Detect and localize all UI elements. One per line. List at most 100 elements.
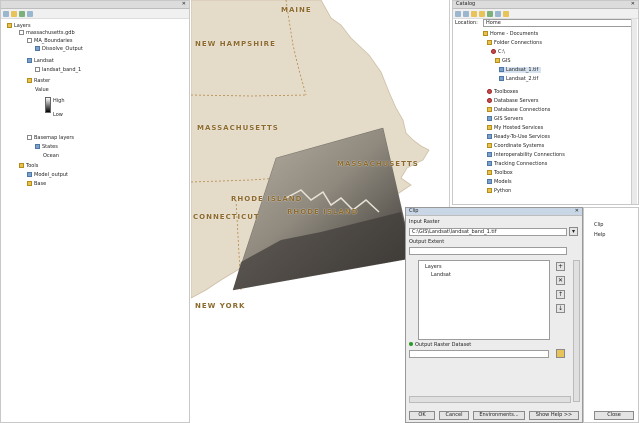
ok-button[interactable]: OK	[409, 411, 435, 420]
raster-file-icon	[499, 67, 504, 72]
catalog-item[interactable]: Folder Connections	[487, 40, 542, 46]
forward-icon[interactable]	[463, 10, 469, 17]
catalog-item[interactable]: Database Servers	[487, 98, 538, 104]
checkbox-icon[interactable]	[27, 135, 32, 140]
toc-row-tools[interactable]: Tools	[19, 163, 38, 169]
catalog-item[interactable]: Database Connections	[487, 107, 550, 113]
catalog-item[interactable]: Models	[487, 179, 512, 185]
toolbox-icon	[487, 89, 492, 94]
toc-row-layers[interactable]: Layers	[7, 23, 31, 29]
catalog-item[interactable]: Home - Documents	[483, 31, 538, 37]
catalog-panel: Catalog ✕ Location: Home Home - Document…	[452, 0, 639, 205]
remove-item-button[interactable]: ✕	[556, 276, 565, 285]
catalog-item[interactable]: Interoperability Connections	[487, 152, 565, 158]
browse-input-button[interactable]: ▾	[569, 227, 578, 236]
map-label-massachusetts-west: MASSACHUSETTS	[197, 124, 279, 132]
toc-row-model-output[interactable]: Model_output	[27, 172, 68, 178]
toc-row-landsat-band[interactable]: landsat_band_1	[35, 67, 81, 73]
output-extent-field[interactable]	[409, 247, 567, 255]
catalog-close-icon[interactable]: ✕	[631, 1, 635, 8]
connect-folder-icon[interactable]	[503, 10, 509, 17]
tool-dialog: Clip ✕ Input Raster C:\GIS\Landsat\lands…	[405, 207, 583, 423]
output-extent-label: Output Extent	[409, 239, 445, 245]
list-by-visibility-icon[interactable]	[19, 10, 25, 17]
browse-folder-icon[interactable]	[556, 349, 565, 358]
move-down-button[interactable]: ↓	[556, 304, 565, 313]
move-up-button[interactable]: ↑	[556, 290, 565, 299]
catalog-item[interactable]: Toolbox	[487, 170, 513, 176]
checkbox-icon[interactable]	[27, 38, 32, 43]
toc-toolbar	[1, 9, 189, 19]
toc-row-raster[interactable]: Raster	[27, 78, 50, 84]
table-of-contents-panel: ✕ Layers massachusetts.gdb MA_Boundaries…	[0, 0, 190, 423]
layer-list[interactable]: Layers Landsat	[418, 260, 550, 340]
catalog-item[interactable]: My Hosted Services	[487, 125, 543, 131]
catalog-toolbar	[453, 9, 638, 19]
cancel-button[interactable]: Cancel	[439, 411, 469, 420]
catalog-item[interactable]: Python	[487, 188, 511, 194]
environments-button[interactable]: Environments...	[473, 411, 525, 420]
map-label-new-hampshire: NEW HAMPSHIRE	[195, 40, 276, 48]
checkbox-icon[interactable]	[19, 30, 24, 35]
output-raster-field[interactable]	[409, 350, 549, 358]
map-label-rhode-island: RHODE ISLAND	[231, 195, 303, 203]
folder-connection-icon	[487, 40, 492, 45]
catalog-item[interactable]: Toolboxes	[487, 89, 518, 95]
toc-row-base[interactable]: Base	[27, 181, 46, 187]
toc-row-boundaries[interactable]: MA_Boundaries	[27, 38, 72, 44]
catalog-item[interactable]: C:\	[491, 49, 505, 55]
list-by-selection-icon[interactable]	[27, 10, 33, 17]
drive-icon	[491, 49, 496, 54]
add-item-button[interactable]: +	[556, 262, 565, 271]
toc-row-gdb[interactable]: massachusetts.gdb	[19, 30, 75, 36]
show-help-button[interactable]: Show Help >>	[529, 411, 579, 420]
up-folder-icon[interactable]	[471, 10, 477, 17]
input-raster-label: Input Raster	[409, 219, 440, 225]
catalog-location-label: Location:	[455, 20, 478, 26]
layer-icon	[35, 46, 40, 51]
back-icon[interactable]	[455, 10, 461, 17]
checkbox-icon[interactable]	[35, 67, 40, 72]
layer-icon	[35, 144, 40, 149]
toc-row-basemap[interactable]: Basemap layers	[27, 135, 74, 141]
catalog-scrollbar[interactable]	[631, 19, 637, 204]
interop-connections-icon	[487, 152, 492, 157]
models-icon	[487, 179, 492, 184]
catalog-item-selected[interactable]: Landsat_1.tif	[499, 67, 542, 73]
dialog-scrollbar[interactable]	[573, 260, 580, 402]
input-raster-field[interactable]: C:\GIS\Landsat\landsat_band_1.tif	[409, 228, 567, 236]
dialog-h-scrollbar[interactable]	[409, 396, 571, 403]
catalog-item[interactable]: Landsat_2.tif	[499, 76, 538, 82]
catalog-title: Catalog	[456, 1, 476, 7]
layer-list-item[interactable]: Layers	[421, 263, 549, 271]
toggle-contents-icon[interactable]	[495, 10, 501, 17]
dialog-close-icon[interactable]: ✕	[575, 208, 579, 215]
map-label-new-york: NEW YORK	[195, 302, 246, 310]
raster-file-icon	[499, 76, 504, 81]
toc-row-landsat[interactable]: Landsat	[27, 58, 54, 64]
gis-server-icon	[487, 116, 492, 121]
catalog-item[interactable]: Tracking Connections	[487, 161, 547, 167]
python-icon	[487, 188, 492, 193]
close-button[interactable]: Close	[594, 411, 634, 420]
home-folder-icon[interactable]	[479, 10, 485, 17]
help-panel-line: Help	[594, 232, 606, 238]
catalog-item[interactable]: Coordinate Systems	[487, 143, 544, 149]
toc-row-dissolve[interactable]: Dissolve_Output	[35, 46, 83, 52]
map-label-massachusetts-east: MASSACHUSETTS	[337, 160, 419, 168]
layers-icon	[7, 23, 12, 28]
list-by-drawing-order-icon[interactable]	[3, 10, 9, 17]
raster-icon	[27, 78, 32, 83]
toc-close-icon[interactable]: ✕	[182, 1, 186, 8]
catalog-item[interactable]: GIS Servers	[487, 116, 523, 122]
catalog-item[interactable]: Ready-To-Use Services	[487, 134, 550, 140]
dialog-titlebar: Clip ✕	[406, 208, 582, 216]
toc-row-ocean[interactable]: Ocean	[43, 153, 59, 159]
ready-services-icon	[487, 134, 492, 139]
catalog-location-input[interactable]: Home	[483, 19, 633, 27]
toc-row-states[interactable]: States	[35, 144, 58, 150]
refresh-icon[interactable]	[487, 10, 493, 17]
catalog-item[interactable]: GIS	[495, 58, 511, 64]
layer-list-item[interactable]: Landsat	[421, 271, 549, 279]
list-by-source-icon[interactable]	[11, 10, 17, 17]
